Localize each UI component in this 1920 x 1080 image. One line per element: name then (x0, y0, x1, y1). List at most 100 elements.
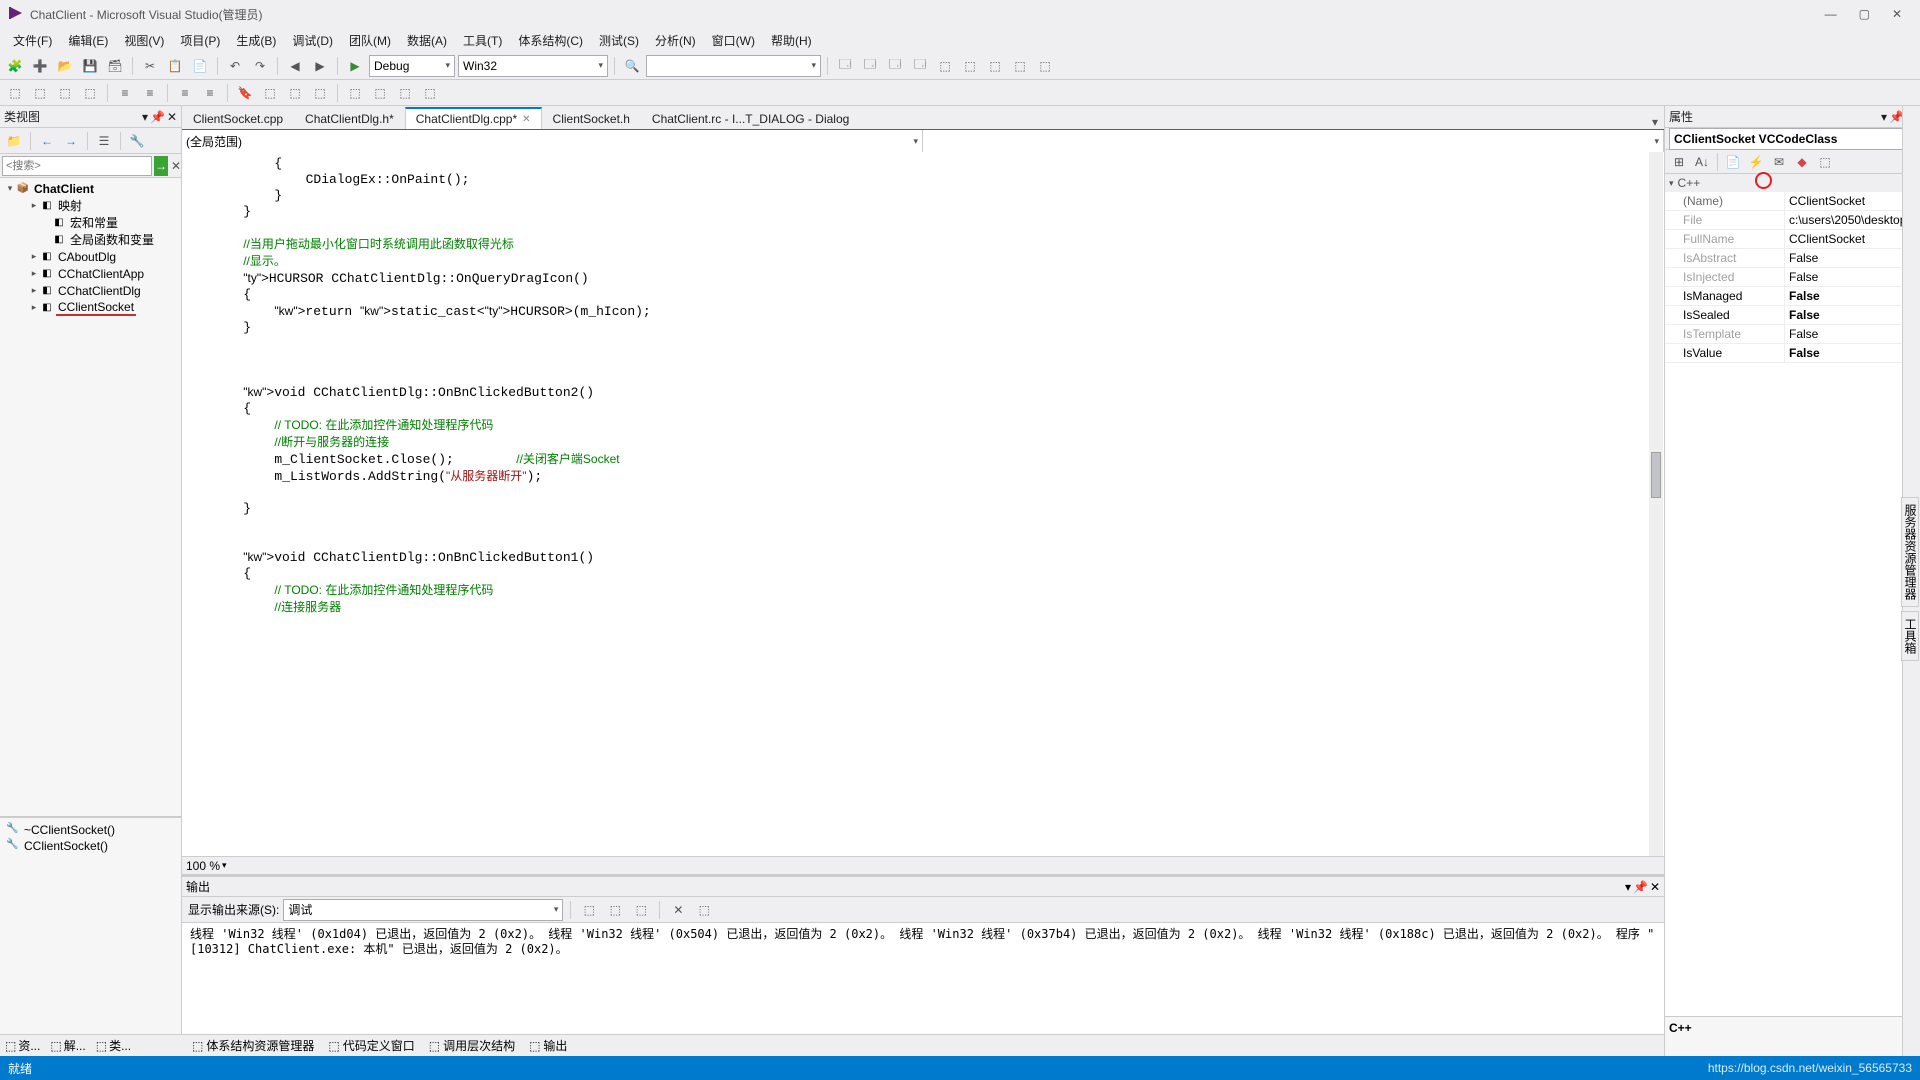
undo-icon[interactable]: ↶ (224, 55, 246, 77)
menu-item[interactable]: 工具(T) (456, 30, 509, 51)
expand-icon[interactable]: ▸ (28, 285, 40, 296)
expand-icon[interactable]: ▸ (28, 200, 40, 211)
bookmark-icon[interactable]: 🔖 (234, 82, 256, 104)
minimize-icon[interactable]: — (1825, 7, 1837, 21)
tb-ext6-icon[interactable]: ⬚ (959, 55, 981, 77)
tb-ext1-icon[interactable]: 🗔 (834, 55, 856, 77)
bottom-tab[interactable]: ⬚输出 (523, 1035, 573, 1056)
class-search-input[interactable] (2, 156, 152, 176)
paste-icon[interactable]: 📄 (189, 55, 211, 77)
t2-d-icon[interactable]: ⬚ (419, 82, 441, 104)
prop-row[interactable]: (Name)CClientSocket (1665, 192, 1920, 211)
bottom-tab[interactable]: ⬚调用层次结构 (423, 1035, 521, 1056)
view-mode-icon[interactable]: ☰ (93, 130, 115, 152)
redo-icon[interactable]: ↷ (249, 55, 271, 77)
uncomment-icon[interactable]: ≡ (199, 82, 221, 104)
tree-node[interactable]: ◧全局函数和变量 (0, 231, 181, 248)
scope-right-combo[interactable] (923, 130, 1664, 152)
menu-item[interactable]: 测试(S) (592, 30, 646, 51)
menu-item[interactable]: 团队(M) (342, 30, 398, 51)
props-dd-icon[interactable]: ▾ (1881, 110, 1887, 124)
tb-ext3-icon[interactable]: 🗔 (884, 55, 906, 77)
menu-item[interactable]: 分析(N) (648, 30, 703, 51)
member-item[interactable]: ~CClientSocket() (0, 822, 181, 838)
bm-prev-icon[interactable]: ⬚ (259, 82, 281, 104)
code-editor[interactable]: { CDialogEx::OnPaint(); } } //当用户拖动最小化窗口… (182, 152, 1664, 856)
start-debug-icon[interactable]: ▶ (344, 55, 366, 77)
tree-node[interactable]: ◧宏和常量 (0, 214, 181, 231)
tab-close-icon[interactable]: ✕ (522, 114, 530, 125)
add-item-icon[interactable]: ➕ (29, 55, 51, 77)
overrides-icon[interactable]: ◆ (1791, 151, 1813, 173)
t2-3-icon[interactable]: ⬚ (54, 82, 76, 104)
menu-item[interactable]: 帮助(H) (764, 30, 819, 51)
member-item[interactable]: CClientSocket() (0, 838, 181, 854)
document-tab[interactable]: ClientSocket.h (542, 107, 641, 129)
copy-icon[interactable]: 📋 (164, 55, 186, 77)
out-clear-icon[interactable]: ✕ (667, 899, 689, 921)
tree-node[interactable]: ▸◧映射 (0, 197, 181, 214)
prop-row[interactable]: IsSealedFalse (1665, 306, 1920, 325)
expand-icon[interactable]: ▾ (4, 183, 16, 194)
tree-root[interactable]: ChatClient (32, 182, 96, 196)
prop-row[interactable]: IsInjectedFalse (1665, 268, 1920, 287)
member-list[interactable]: ~CClientSocket()CClientSocket() (0, 816, 181, 1056)
search-clear-icon[interactable]: ✕ (170, 156, 182, 176)
t2-b-icon[interactable]: ⬚ (369, 82, 391, 104)
bm-next-icon[interactable]: ⬚ (284, 82, 306, 104)
prop-row[interactable]: Filec:\users\2050\desktop (1665, 211, 1920, 230)
tree-node[interactable]: ▸◧CClientSocket (0, 299, 181, 316)
rail-tab[interactable]: 工具箱 (1901, 611, 1919, 661)
menu-item[interactable]: 窗口(W) (705, 30, 762, 51)
events-icon[interactable]: ⚡ (1745, 151, 1767, 173)
search-go-icon[interactable]: → (154, 156, 168, 176)
output-src-combo[interactable]: 调试 (283, 899, 563, 921)
scope-left-combo[interactable]: (全局范围) (182, 130, 923, 152)
document-tab[interactable]: ChatClient.rc - I...T_DIALOG - Dialog (641, 107, 860, 129)
expand-icon[interactable]: ▸ (28, 302, 40, 313)
save-icon[interactable]: 💾 (79, 55, 101, 77)
prop-row[interactable]: IsTemplateFalse (1665, 325, 1920, 344)
az-icon[interactable]: A↓ (1691, 151, 1713, 173)
tabs-overflow-icon[interactable]: ▾ (1646, 115, 1664, 129)
tb-ext8-icon[interactable]: ⬚ (1009, 55, 1031, 77)
right-rail[interactable]: 服务器资源管理器工具箱 (1902, 106, 1920, 1056)
fwd-icon[interactable]: → (60, 130, 82, 152)
bottom-tab[interactable]: ⬚体系结构资源管理器 (186, 1035, 320, 1056)
document-tab[interactable]: ClientSocket.cpp (182, 107, 294, 129)
config-combo[interactable]: Debug (369, 55, 455, 77)
menu-item[interactable]: 编辑(E) (61, 30, 115, 51)
new-folder-icon[interactable]: 📁 (3, 130, 25, 152)
tb-ext2-icon[interactable]: 🗔 (859, 55, 881, 77)
output-text[interactable]: 线程 'Win32 线程' (0x1d04) 已退出，返回值为 2 (0x2)。… (182, 923, 1664, 1034)
pages-icon[interactable]: 📄 (1722, 151, 1744, 173)
t2-c-icon[interactable]: ⬚ (394, 82, 416, 104)
tb-ext4-icon[interactable]: 🗔 (909, 55, 931, 77)
prop-row[interactable]: IsManagedFalse (1665, 287, 1920, 306)
properties-grid[interactable]: ▾C++ (Name)CClientSocketFilec:\users\205… (1665, 174, 1920, 1016)
output-close-icon[interactable]: ✕ (1650, 880, 1660, 894)
find-in-files-icon[interactable]: 🔍 (621, 55, 643, 77)
panel-close-icon[interactable]: ✕ (167, 110, 177, 124)
zoom-level[interactable]: 100 % (186, 859, 220, 873)
document-tab[interactable]: ChatClientDlg.h* (294, 107, 405, 129)
menu-item[interactable]: 数据(A) (400, 30, 454, 51)
menu-item[interactable]: 调试(D) (285, 30, 340, 51)
cat-icon[interactable]: ⊞ (1668, 151, 1690, 173)
pin-icon[interactable]: 📌 (150, 110, 165, 124)
out-tb3-icon[interactable]: ⬚ (630, 899, 652, 921)
bottom-tab[interactable]: ⬚代码定义窗口 (322, 1035, 420, 1056)
side-tab[interactable]: ⬚资... (0, 1035, 45, 1056)
indent-inc-icon[interactable]: ≡ (139, 82, 161, 104)
nav-back-icon[interactable]: ◀ (284, 55, 306, 77)
back-icon[interactable]: ← (36, 130, 58, 152)
cut-icon[interactable]: ✂ (139, 55, 161, 77)
t2-2-icon[interactable]: ⬚ (29, 82, 51, 104)
class-tree[interactable]: ▾ 📦 ChatClient ▸◧映射◧宏和常量◧全局函数和变量▸◧CAbout… (0, 178, 181, 816)
menu-item[interactable]: 体系结构(C) (511, 30, 590, 51)
tree-node[interactable]: ▸◧CChatClientApp (0, 265, 181, 282)
zoom-dropdown-icon[interactable]: ▾ (222, 860, 227, 871)
t2-1-icon[interactable]: ⬚ (4, 82, 26, 104)
t2-a-icon[interactable]: ⬚ (344, 82, 366, 104)
msgs-icon[interactable]: ✉ (1768, 151, 1790, 173)
